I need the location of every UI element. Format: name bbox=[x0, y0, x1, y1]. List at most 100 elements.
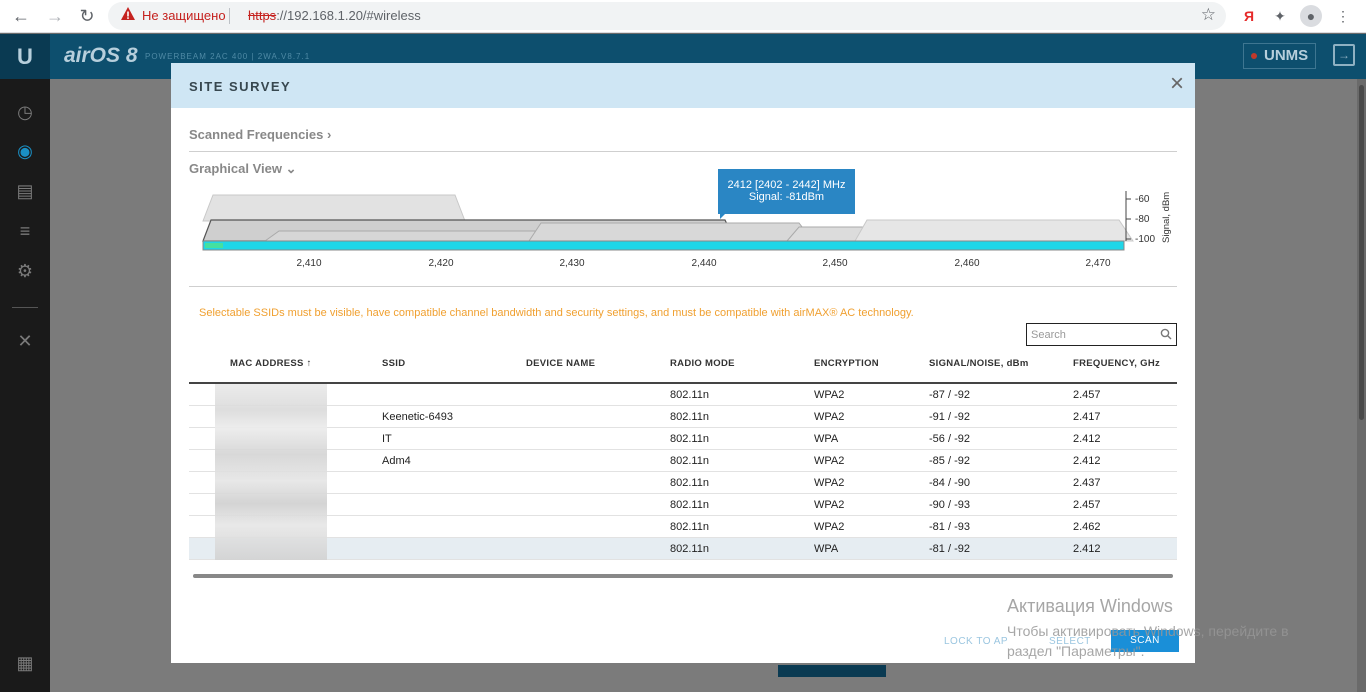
chart-areas bbox=[202, 194, 1134, 242]
insecure-label[interactable]: Не защищено bbox=[142, 8, 226, 23]
chevron-right-icon: › bbox=[327, 127, 332, 142]
y-tick-label: -100 bbox=[1135, 234, 1155, 245]
lock-to-ap-button[interactable]: LOCK TO AP bbox=[944, 636, 1008, 647]
header-mac[interactable]: MAC ADDRESS ↑ bbox=[230, 358, 312, 369]
cell-signal: -91 / -92 bbox=[929, 411, 970, 423]
back-arrow-icon[interactable]: ← bbox=[8, 4, 34, 28]
cell-signal: -81 / -93 bbox=[929, 521, 970, 533]
browser-menu-icon[interactable]: ⋮ bbox=[1332, 5, 1354, 27]
spectrum-chart: 2,410 2,420 2,430 2,440 2,450 2,460 2,47… bbox=[202, 191, 1172, 269]
device-model: POWERBEAM 2AC 400 | 2WA.V8.7.1 bbox=[145, 52, 311, 61]
address-bar[interactable]: Не защищено https://192.168.1.20/#wirele… bbox=[108, 2, 1226, 30]
cell-radio: 802.11n bbox=[670, 455, 709, 467]
url-path: ://192.168.1.20/#wireless bbox=[276, 8, 421, 23]
cell-frequency: 2.417 bbox=[1073, 411, 1101, 423]
logout-icon[interactable]: → bbox=[1333, 44, 1355, 66]
cell-signal: -87 / -92 bbox=[929, 389, 970, 401]
table-row[interactable]: IT 802.11n WPA -56 / -92 2.412 bbox=[189, 428, 1177, 450]
settings-gear-icon[interactable]: ⚙ bbox=[13, 259, 37, 283]
cell-frequency: 2.457 bbox=[1073, 499, 1101, 511]
modal-header: SITE SURVEY × bbox=[171, 63, 1195, 108]
log-icon[interactable]: ▦ bbox=[13, 651, 37, 675]
area-2412-strong[interactable] bbox=[202, 194, 466, 222]
omnibox-divider bbox=[229, 8, 230, 24]
x-ticks: 2,410 2,420 2,430 2,440 2,450 2,460 2,47… bbox=[296, 258, 1110, 269]
unms-label: UNMS bbox=[1264, 47, 1309, 64]
area-2462[interactable] bbox=[854, 219, 1134, 242]
header-signal-noise[interactable]: SIGNAL/NOISE, dBm bbox=[929, 358, 1029, 369]
y-tick-label: -60 bbox=[1135, 194, 1150, 205]
table-row[interactable]: 802.11n WPA2 -81 / -93 2.462 bbox=[189, 516, 1177, 538]
graphical-view-toggle[interactable]: Graphical View ⌄ bbox=[189, 161, 297, 177]
forward-arrow-icon[interactable]: → bbox=[42, 4, 68, 28]
header-device-name[interactable]: DEVICE NAME bbox=[526, 358, 595, 369]
search-input[interactable] bbox=[1031, 327, 1151, 343]
x-tick-label: 2,420 bbox=[428, 258, 453, 269]
scanned-frequencies-toggle[interactable]: Scanned Frequencies › bbox=[189, 127, 331, 142]
header-ssid[interactable]: SSID bbox=[382, 358, 405, 369]
yandex-extension-icon[interactable]: Я bbox=[1238, 5, 1260, 27]
close-icon[interactable]: × bbox=[1166, 72, 1188, 96]
divider bbox=[189, 286, 1177, 287]
network-icon[interactable]: ▤ bbox=[13, 179, 37, 203]
cell-signal: -56 / -92 bbox=[929, 433, 970, 445]
x-tick-label: 2,430 bbox=[559, 258, 584, 269]
chevron-down-icon: ⌄ bbox=[285, 161, 297, 176]
search-field[interactable] bbox=[1026, 323, 1177, 346]
windows-activation-title: Активация Windows bbox=[1007, 596, 1173, 616]
cell-radio: 802.11n bbox=[670, 477, 709, 489]
services-icon[interactable]: ≡ bbox=[13, 219, 37, 243]
cell-radio: 802.11n bbox=[670, 433, 709, 445]
table-row[interactable]: 802.11n WPA2 -90 / -93 2.457 bbox=[189, 494, 1177, 516]
extensions-puzzle-icon[interactable]: ✦ bbox=[1269, 5, 1291, 27]
reload-icon[interactable]: ↻ bbox=[74, 4, 100, 28]
table-row[interactable]: 802.11n WPA2 -84 / -90 2.437 bbox=[189, 472, 1177, 494]
wireless-icon[interactable]: ◉ bbox=[13, 139, 37, 163]
area-2437[interactable] bbox=[528, 222, 815, 242]
cell-frequency: 2.462 bbox=[1073, 521, 1101, 533]
cell-encryption: WPA2 bbox=[814, 477, 845, 489]
mac-address-blurred bbox=[215, 384, 327, 560]
site-survey-modal: SITE SURVEY × Scanned Frequencies › Grap… bbox=[171, 63, 1195, 663]
cell-ssid: Keenetic-6493 bbox=[382, 411, 453, 423]
bookmark-star-icon[interactable]: ☆ bbox=[1201, 5, 1216, 25]
cell-encryption: WPA bbox=[814, 543, 839, 555]
cell-ssid: Adm4 bbox=[382, 455, 411, 467]
header-radio-mode[interactable]: RADIO MODE bbox=[670, 358, 735, 369]
cell-signal: -81 / -92 bbox=[929, 543, 970, 555]
tools-icon[interactable]: ✕ bbox=[13, 329, 37, 353]
cell-frequency: 2.412 bbox=[1073, 543, 1101, 555]
cell-signal: -90 / -93 bbox=[929, 499, 970, 511]
table-row[interactable]: Adm4 802.11n WPA2 -85 / -92 2.412 bbox=[189, 450, 1177, 472]
background-button bbox=[778, 665, 886, 677]
x-tick-label: 2,440 bbox=[691, 258, 716, 269]
page-scrollbar-thumb[interactable] bbox=[1359, 85, 1364, 420]
url-text[interactable]: https://192.168.1.20/#wireless bbox=[248, 8, 421, 23]
sidebar: ◷ ◉ ▤ ≡ ⚙ ✕ ▦ bbox=[0, 79, 50, 692]
dashboard-icon[interactable]: ◷ bbox=[13, 100, 37, 124]
cell-encryption: WPA2 bbox=[814, 521, 845, 533]
table-row-selected[interactable]: 802.11n WPA -81 / -92 2.412 bbox=[189, 538, 1177, 560]
header-encryption[interactable]: ENCRYPTION bbox=[814, 358, 879, 369]
profile-avatar-icon[interactable]: ● bbox=[1300, 5, 1322, 27]
cell-signal: -84 / -90 bbox=[929, 477, 970, 489]
area-2417[interactable] bbox=[263, 230, 551, 242]
table-horizontal-scrollbar[interactable] bbox=[193, 574, 1173, 578]
ssid-notice: Selectable SSIDs must be visible, have c… bbox=[199, 307, 914, 319]
table-row[interactable]: 802.11n WPA2 -87 / -92 2.457 bbox=[189, 384, 1177, 406]
header-frequency[interactable]: FREQUENCY, GHz bbox=[1073, 358, 1160, 369]
browser-toolbar: ← → ↻ Не защищено https://192.168.1.20/#… bbox=[0, 0, 1366, 33]
x-tick-label: 2,450 bbox=[822, 258, 847, 269]
divider bbox=[189, 151, 1177, 152]
table-row[interactable]: Keenetic-6493 802.11n WPA2 -91 / -92 2.4… bbox=[189, 406, 1177, 428]
unms-button[interactable]: UNMS bbox=[1243, 43, 1316, 69]
cell-encryption: WPA2 bbox=[814, 411, 845, 423]
tooltip-frequency: 2412 [2402 - 2442] MHz bbox=[727, 179, 846, 191]
y-tick-label: -80 bbox=[1135, 214, 1150, 225]
cell-radio: 802.11n bbox=[670, 499, 709, 511]
cell-encryption: WPA2 bbox=[814, 455, 845, 467]
unms-status-dot bbox=[1251, 53, 1257, 59]
tooltip-signal: Signal: -81dBm bbox=[748, 191, 825, 203]
cell-encryption: WPA bbox=[814, 433, 839, 445]
url-scheme: https bbox=[248, 8, 277, 23]
